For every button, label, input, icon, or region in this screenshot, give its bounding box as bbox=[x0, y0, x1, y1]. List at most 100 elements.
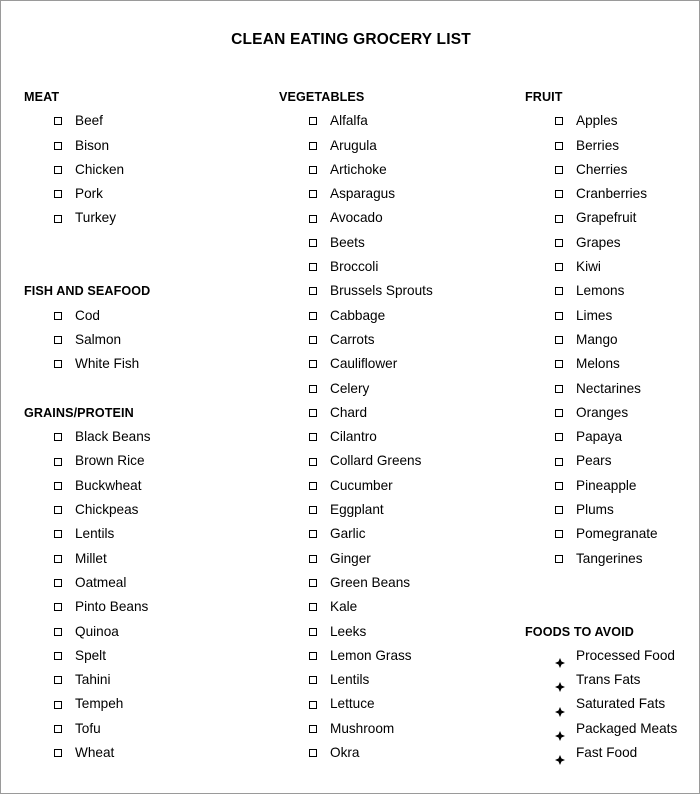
list-item[interactable]: Green Beans bbox=[279, 571, 519, 595]
list-item[interactable]: Carrots bbox=[279, 328, 519, 352]
list-item[interactable]: Chicken bbox=[24, 158, 274, 182]
checkbox-icon[interactable] bbox=[555, 207, 576, 231]
list-item[interactable]: Kiwi bbox=[525, 255, 699, 280]
list-item[interactable]: Ginger bbox=[279, 547, 519, 571]
checkbox-icon[interactable] bbox=[309, 645, 330, 669]
checkbox-icon[interactable] bbox=[309, 159, 330, 183]
list-item[interactable]: Limes bbox=[525, 304, 699, 329]
checkbox-icon[interactable] bbox=[555, 232, 576, 256]
checkbox-icon[interactable] bbox=[309, 693, 330, 717]
checkbox-icon[interactable] bbox=[309, 305, 330, 329]
list-item[interactable]: Eggplant bbox=[279, 498, 519, 522]
checkbox-icon[interactable] bbox=[555, 135, 576, 159]
checkbox-icon[interactable] bbox=[54, 207, 75, 231]
list-item[interactable]: Bison bbox=[24, 134, 274, 158]
list-item[interactable]: Mango bbox=[525, 328, 699, 352]
list-item[interactable]: Fast Food bbox=[525, 741, 699, 766]
checkbox-icon[interactable] bbox=[555, 378, 576, 402]
list-item[interactable]: Wheat bbox=[24, 741, 274, 765]
list-item[interactable]: Turkey bbox=[24, 206, 274, 230]
checkbox-icon[interactable] bbox=[309, 402, 330, 426]
list-item[interactable]: Brussels Sprouts bbox=[279, 279, 519, 303]
checkbox-icon[interactable] bbox=[309, 135, 330, 159]
checkbox-icon[interactable] bbox=[54, 353, 75, 377]
list-item[interactable]: Mushroom bbox=[279, 717, 519, 741]
checkbox-icon[interactable] bbox=[555, 450, 576, 474]
checkbox-icon[interactable] bbox=[555, 256, 576, 280]
list-item[interactable]: Asparagus bbox=[279, 182, 519, 206]
list-item[interactable]: Oranges bbox=[525, 401, 699, 426]
checkbox-icon[interactable] bbox=[555, 402, 576, 426]
list-item[interactable]: Melons bbox=[525, 352, 699, 377]
checkbox-icon[interactable] bbox=[54, 110, 75, 134]
list-item[interactable]: Avocado bbox=[279, 206, 519, 230]
list-item[interactable]: Lemons bbox=[525, 279, 699, 304]
checkbox-icon[interactable] bbox=[309, 378, 330, 402]
checkbox-icon[interactable] bbox=[309, 621, 330, 645]
list-item[interactable]: White Fish bbox=[24, 352, 274, 376]
checkbox-icon[interactable] bbox=[555, 426, 576, 450]
checkbox-icon[interactable] bbox=[54, 596, 75, 620]
checkbox-icon[interactable] bbox=[54, 159, 75, 183]
list-item[interactable]: Lettuce bbox=[279, 692, 519, 716]
checkbox-icon[interactable] bbox=[555, 499, 576, 523]
checkbox-icon[interactable] bbox=[555, 159, 576, 183]
list-item[interactable]: Tahini bbox=[24, 668, 274, 692]
list-item[interactable]: Kale bbox=[279, 595, 519, 619]
checkbox-icon[interactable] bbox=[309, 669, 330, 693]
checkbox-icon[interactable] bbox=[54, 450, 75, 474]
checkbox-icon[interactable] bbox=[555, 353, 576, 377]
list-item[interactable]: Lemon Grass bbox=[279, 644, 519, 668]
list-item[interactable]: Processed Food bbox=[525, 644, 699, 668]
checkbox-icon[interactable] bbox=[309, 475, 330, 499]
checkbox-icon[interactable] bbox=[309, 548, 330, 572]
list-item[interactable]: Papaya bbox=[525, 425, 699, 450]
checkbox-icon[interactable] bbox=[309, 329, 330, 353]
list-item[interactable]: Arugula bbox=[279, 134, 519, 158]
checkbox-icon[interactable] bbox=[309, 742, 330, 766]
list-item[interactable]: Alfalfa bbox=[279, 109, 519, 133]
list-item[interactable]: Quinoa bbox=[24, 620, 274, 644]
list-item[interactable]: Trans Fats bbox=[525, 668, 699, 693]
checkbox-icon[interactable] bbox=[54, 329, 75, 353]
list-item[interactable]: Cherries bbox=[525, 158, 699, 183]
list-item[interactable]: Spelt bbox=[24, 644, 274, 668]
checkbox-icon[interactable] bbox=[54, 523, 75, 547]
list-item[interactable]: Cabbage bbox=[279, 304, 519, 328]
list-item[interactable]: Buckwheat bbox=[24, 474, 274, 498]
list-item[interactable]: Tofu bbox=[24, 717, 274, 741]
checkbox-icon[interactable] bbox=[309, 426, 330, 450]
list-item[interactable]: Pears bbox=[525, 449, 699, 474]
list-item[interactable]: Tempeh bbox=[24, 692, 274, 716]
checkbox-icon[interactable] bbox=[555, 280, 576, 304]
list-item[interactable]: Lentils bbox=[24, 522, 274, 546]
list-item[interactable]: Chickpeas bbox=[24, 498, 274, 522]
list-item[interactable]: Leeks bbox=[279, 620, 519, 644]
checkbox-icon[interactable] bbox=[309, 353, 330, 377]
checkbox-icon[interactable] bbox=[54, 645, 75, 669]
checkbox-icon[interactable] bbox=[309, 523, 330, 547]
list-item[interactable]: Beets bbox=[279, 231, 519, 255]
list-item[interactable]: Artichoke bbox=[279, 158, 519, 182]
checkbox-icon[interactable] bbox=[555, 110, 576, 134]
checkbox-icon[interactable] bbox=[309, 450, 330, 474]
checkbox-icon[interactable] bbox=[54, 548, 75, 572]
checkbox-icon[interactable] bbox=[54, 693, 75, 717]
checkbox-icon[interactable] bbox=[555, 548, 576, 572]
list-item[interactable]: Grapefruit bbox=[525, 206, 699, 231]
list-item[interactable]: Pineapple bbox=[525, 474, 699, 499]
list-item[interactable]: Grapes bbox=[525, 231, 699, 256]
list-item[interactable]: Chard bbox=[279, 401, 519, 425]
checkbox-icon[interactable] bbox=[54, 718, 75, 742]
checkbox-icon[interactable] bbox=[54, 426, 75, 450]
checkbox-icon[interactable] bbox=[555, 305, 576, 329]
list-item[interactable]: Cucumber bbox=[279, 474, 519, 498]
list-item[interactable]: Plums bbox=[525, 498, 699, 523]
checkbox-icon[interactable] bbox=[309, 256, 330, 280]
list-item[interactable]: Cilantro bbox=[279, 425, 519, 449]
checkbox-icon[interactable] bbox=[54, 183, 75, 207]
list-item[interactable]: Cod bbox=[24, 304, 274, 328]
checkbox-icon[interactable] bbox=[555, 475, 576, 499]
checkbox-icon[interactable] bbox=[54, 621, 75, 645]
checkbox-icon[interactable] bbox=[54, 475, 75, 499]
